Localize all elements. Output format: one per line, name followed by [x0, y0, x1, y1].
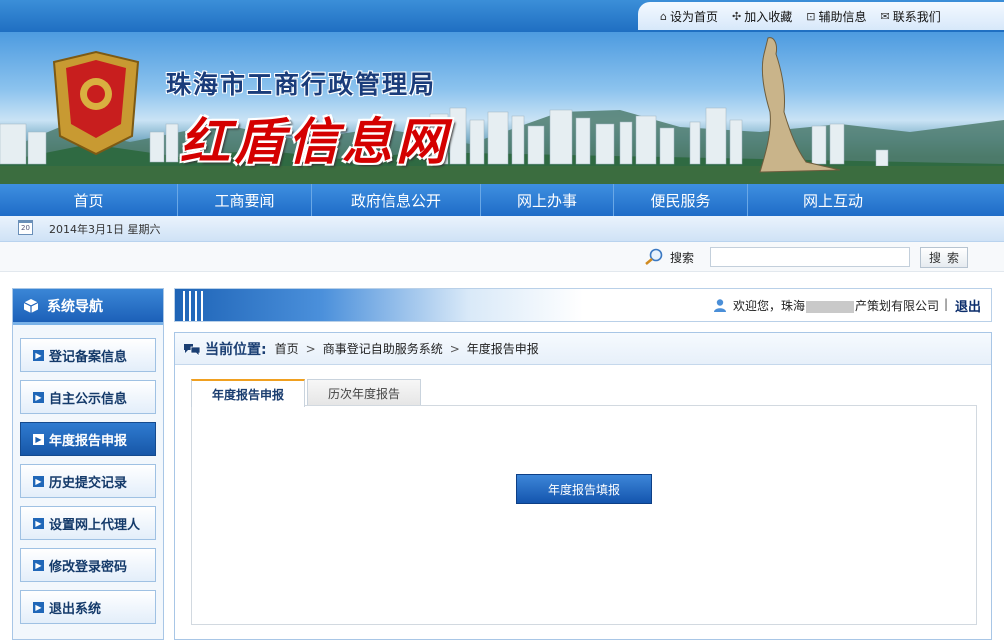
add-favorite-link[interactable]: ✣ 加入收藏: [732, 8, 792, 25]
chevron-right-icon: >: [449, 341, 460, 356]
nav-gov-info[interactable]: 政府信息公开: [312, 184, 481, 216]
chat-icon: [184, 343, 201, 356]
arrow-right-icon: ▶: [33, 517, 44, 529]
site-subtitle: 珠海市工商行政管理局: [166, 70, 437, 99]
sidebar-item-logout[interactable]: ▶ 退出系统: [20, 590, 156, 624]
nav-online-services[interactable]: 网上办事: [481, 184, 614, 216]
star-icon: ✣: [732, 9, 742, 23]
site-title: 红盾信息网: [180, 112, 450, 171]
sidebar-title: 系统导航: [47, 298, 103, 315]
sidebar-item-set-agent[interactable]: ▶ 设置网上代理人: [20, 506, 156, 540]
decorative-stripes: [183, 291, 203, 321]
sidebar-item-history[interactable]: ▶ 历史提交记录: [20, 464, 156, 498]
arrow-right-icon: ▶: [33, 349, 44, 361]
chevron-right-icon: >: [305, 341, 316, 356]
search-input[interactable]: [710, 247, 910, 267]
mail-icon: ✉: [880, 9, 890, 23]
emblem-icon: [52, 50, 140, 156]
cube-icon: [23, 298, 39, 313]
user-icon: [714, 299, 726, 312]
nav-public-services[interactable]: 便民服务: [614, 184, 748, 216]
sidebar-item-registration-info[interactable]: ▶ 登记备案信息: [20, 338, 156, 372]
separator: |: [944, 297, 949, 311]
help-icon: ⊡: [806, 9, 816, 23]
arrow-right-icon: ▶: [33, 475, 44, 487]
search-button[interactable]: 搜索: [920, 247, 968, 268]
breadcrumb: 当前位置: 首页 > 商事登记自助服务系统 > 年度报告申报: [175, 333, 991, 365]
calendar-icon: 20: [18, 220, 33, 235]
tab-bar: 年度报告申报 历次年度报告: [191, 379, 423, 407]
main-nav: 首页 工商要闻 政府信息公开 网上办事 便民服务 网上互动: [0, 184, 1004, 216]
arrow-right-icon: ▶: [33, 391, 44, 403]
nav-home[interactable]: 首页: [0, 184, 178, 216]
set-homepage-link[interactable]: ⌂ 设为首页: [660, 8, 718, 25]
cityscape-image: [0, 37, 1004, 184]
search-label: 搜索: [670, 251, 695, 265]
sidebar-item-change-password[interactable]: ▶ 修改登录密码: [20, 548, 156, 582]
tab-annual-report-submit[interactable]: 年度报告申报: [191, 379, 306, 407]
search-bar: 搜索 搜索: [0, 242, 1004, 272]
sidebar-item-annual-report[interactable]: ▶ 年度报告申报: [20, 422, 156, 456]
contact-us-link[interactable]: ✉ 联系我们: [880, 8, 940, 25]
sidebar-item-public-info[interactable]: ▶ 自主公示信息: [20, 380, 156, 414]
sidebar: 系统导航 ▶ 登记备案信息 ▶ 自主公示信息 ▶ 年度报告申报 ▶ 历史提交记录 ▶ 设置…: [12, 288, 164, 640]
search-icon: [645, 248, 663, 265]
logout-link[interactable]: 退出: [955, 296, 981, 315]
breadcrumb-system[interactable]: 商事登记自助服务系统: [323, 340, 443, 357]
breadcrumb-current: 年度报告申报: [466, 342, 539, 356]
redacted-name: [806, 300, 855, 313]
welcome-message: 欢迎您，珠海 产策划有限公司: [733, 299, 940, 313]
arrow-right-icon: ▶: [33, 601, 44, 613]
tab-panel: 年度报告填报: [191, 405, 977, 625]
nav-news[interactable]: 工商要闻: [178, 184, 312, 216]
current-date: 2014年3月1日 星期六: [49, 222, 161, 236]
home-icon: ⌂: [660, 9, 667, 23]
tab-annual-report-history[interactable]: 历次年度报告: [307, 379, 422, 406]
content-panel: 当前位置: 首页 > 商事登记自助服务系统 > 年度报告申报 年度报告申报 历次…: [174, 332, 992, 640]
breadcrumb-label: 当前位置:: [205, 341, 267, 358]
arrow-right-icon: ▶: [33, 433, 44, 445]
welcome-bar: 欢迎您，珠海 产策划有限公司 | 退出: [174, 288, 992, 322]
sidebar-header: 系统导航: [13, 289, 163, 325]
breadcrumb-home[interactable]: 首页: [275, 340, 299, 357]
nav-interaction[interactable]: 网上互动: [748, 184, 918, 216]
arrow-right-icon: ▶: [33, 559, 44, 571]
fill-annual-report-button[interactable]: 年度报告填报: [516, 474, 652, 504]
help-info-link[interactable]: ⊡ 辅助信息: [806, 8, 866, 25]
top-bar: ⌂ 设为首页 ✣ 加入收藏 ⊡ 辅助信息 ✉ 联系我们: [0, 0, 1004, 32]
site-banner: 珠海市工商行政管理局 红盾信息网: [0, 32, 1004, 184]
top-links: ⌂ 设为首页 ✣ 加入收藏 ⊡ 辅助信息 ✉ 联系我们: [638, 2, 1004, 30]
date-bar: 20 2014年3月1日 星期六: [0, 216, 1004, 242]
